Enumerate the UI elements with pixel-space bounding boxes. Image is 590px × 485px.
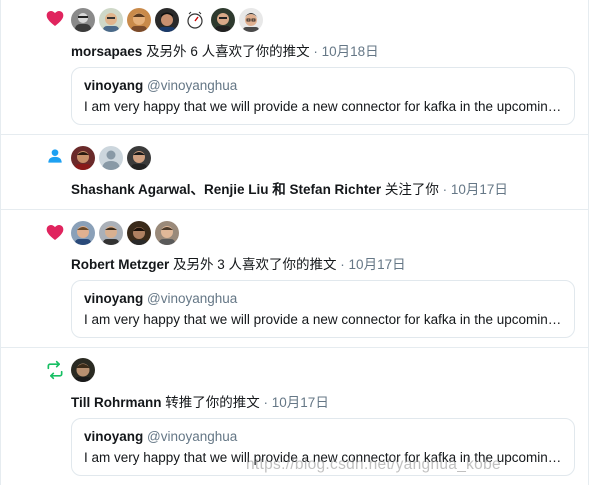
notification-like[interactable]: Robert Metzger 及另外 3 人喜欢了你的推文 · 10月17日 v… <box>0 210 589 348</box>
avatar[interactable] <box>211 8 235 32</box>
actor-name[interactable]: morsapaes <box>71 44 142 59</box>
quoted-tweet[interactable]: vinoyang @vinoyanghua I am very happy th… <box>71 280 575 338</box>
avatar[interactable] <box>99 221 123 245</box>
quoted-tweet-text: I am very happy that we will provide a n… <box>84 99 566 114</box>
notification-like[interactable]: morsapaes 及另外 6 人喜欢了你的推文 · 10月18日 vinoya… <box>0 0 589 135</box>
action-text: 转推了你的推文 <box>165 395 260 410</box>
separator: · <box>309 44 322 59</box>
timestamp[interactable]: 10月17日 <box>451 182 508 197</box>
watermark: https://blog.csdn.net/yanghua_kobe <box>246 456 501 473</box>
action-text: 关注了你 <box>384 182 439 197</box>
actor-name[interactable]: Till Rohrmann <box>71 395 162 410</box>
action-text: 及另外 3 人喜欢了你的推文 <box>173 257 337 272</box>
avatar[interactable] <box>71 146 95 170</box>
quoted-user-name: vinoyang <box>84 78 144 93</box>
quoted-user-name: vinoyang <box>84 429 144 444</box>
avatar[interactable] <box>99 146 123 170</box>
heart-icon <box>45 8 65 28</box>
retweeter-avatars <box>71 358 95 382</box>
avatar[interactable] <box>71 358 95 382</box>
avatar[interactable] <box>71 8 95 32</box>
avatar[interactable] <box>99 8 123 32</box>
avatar[interactable] <box>127 146 151 170</box>
separator: · <box>259 395 272 410</box>
avatar[interactable] <box>127 8 151 32</box>
notification-follow[interactable]: Shashank Agarwal、Renjie Liu 和 Stefan Ric… <box>0 135 589 210</box>
quoted-tweet[interactable]: vinoyang @vinoyanghua I am very happy th… <box>71 67 575 125</box>
follower-avatars <box>71 146 151 170</box>
notification-text: Robert Metzger 及另外 3 人喜欢了你的推文 · 10月17日 <box>71 256 406 274</box>
quoted-user-name: vinoyang <box>84 291 144 306</box>
avatar[interactable] <box>239 8 263 32</box>
avatar[interactable] <box>183 8 207 32</box>
quoted-tweet-header: vinoyang @vinoyanghua <box>84 78 237 93</box>
separator: · <box>438 182 451 197</box>
liker-avatars <box>71 8 263 32</box>
avatar[interactable] <box>127 221 151 245</box>
separator: · <box>336 257 349 272</box>
person-icon <box>45 146 65 166</box>
notification-text: Till Rohrmann 转推了你的推文 · 10月17日 <box>71 394 329 412</box>
avatar[interactable] <box>155 221 179 245</box>
quoted-user-handle: @vinoyanghua <box>147 78 238 93</box>
actor-names[interactable]: Shashank Agarwal、Renjie Liu 和 Stefan Ric… <box>71 182 381 197</box>
action-text: 及另外 6 人喜欢了你的推文 <box>146 44 310 59</box>
quoted-tweet-text: I am very happy that we will provide a n… <box>84 312 566 327</box>
quoted-tweet-header: vinoyang @vinoyanghua <box>84 429 237 444</box>
notification-text: Shashank Agarwal、Renjie Liu 和 Stefan Ric… <box>71 181 508 199</box>
timestamp[interactable]: 10月17日 <box>272 395 329 410</box>
notification-text: morsapaes 及另外 6 人喜欢了你的推文 · 10月18日 <box>71 43 379 61</box>
liker-avatars <box>71 221 179 245</box>
heart-icon <box>45 222 65 242</box>
avatar[interactable] <box>71 221 95 245</box>
avatar[interactable] <box>155 8 179 32</box>
quoted-tweet-header: vinoyang @vinoyanghua <box>84 291 237 306</box>
actor-name[interactable]: Robert Metzger <box>71 257 169 272</box>
retweet-icon <box>45 360 65 380</box>
timestamp[interactable]: 10月17日 <box>349 257 406 272</box>
quoted-user-handle: @vinoyanghua <box>147 291 238 306</box>
quoted-user-handle: @vinoyanghua <box>147 429 238 444</box>
timestamp[interactable]: 10月18日 <box>322 44 379 59</box>
